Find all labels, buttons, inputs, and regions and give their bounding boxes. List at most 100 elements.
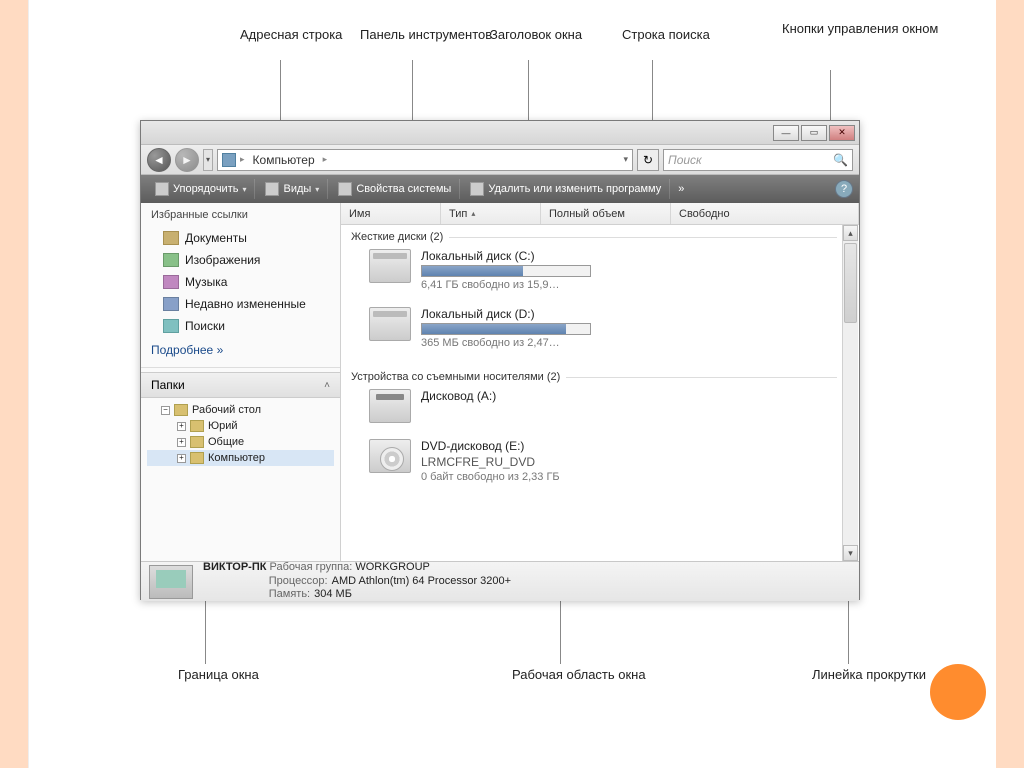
pc-name: ВИКТОР-ПК [203, 561, 266, 573]
nav-bar: ◄ ► ▾ ▸ Компьютер ▸ ▾ ↻ Поиск 🔍 [141, 145, 859, 175]
tree-toggle[interactable]: + [177, 454, 186, 463]
group-header-removable[interactable]: Устройства со съемными носителями (2)˄ [351, 371, 849, 383]
slide-accent-circle [930, 664, 986, 720]
group-removable: Устройства со съемными носителями (2)˄ Д… [341, 365, 859, 499]
callout-search: Строка поиска [622, 28, 710, 43]
drive-d[interactable]: Локальный диск (D:) 365 МБ свободно из 2… [351, 301, 849, 359]
drive-d-sub: 365 МБ свободно из 2,47… [421, 337, 591, 349]
col-total[interactable]: Полный объем [541, 203, 671, 224]
callout-toolbar: Панель инструментов [360, 28, 492, 43]
hdd-icon [369, 307, 411, 341]
sidebar-more-link[interactable]: Подробнее » [141, 337, 340, 363]
recent-icon [163, 297, 179, 311]
drive-a[interactable]: Дисковод (A:) [351, 383, 849, 433]
tree-public[interactable]: +Общие [147, 434, 334, 450]
minimize-button[interactable]: — [773, 125, 799, 141]
col-free[interactable]: Свободно [671, 203, 859, 224]
drive-e[interactable]: DVD-дисковод (E:) LRMCFRE_RU_DVD 0 байт … [351, 433, 849, 493]
pictures-icon [163, 253, 179, 267]
search-placeholder: Поиск [668, 153, 702, 167]
scrollbar[interactable]: ▴ ▾ [842, 225, 858, 561]
sidebar: Избранные ссылки Документы Изображения М… [141, 203, 341, 561]
sidebar-separator [141, 367, 340, 368]
folders-pane-header[interactable]: Папки˄ [141, 372, 340, 398]
breadcrumb-computer[interactable]: Компьютер [249, 153, 319, 167]
callout-address-bar: Адресная строка [240, 28, 342, 43]
organize-button[interactable]: Упорядочить▾ [147, 179, 255, 199]
sidebar-item-documents[interactable]: Документы [141, 227, 340, 249]
sidebar-item-music[interactable]: Музыка [141, 271, 340, 293]
documents-icon [163, 231, 179, 245]
slide-left-stripe [0, 0, 28, 768]
lead-win-buttons [830, 70, 831, 122]
sysprops-icon [338, 182, 352, 196]
details-pane: ВИКТОР-ПК Рабочая группа: WORKGROUP ВИКТ… [141, 561, 859, 601]
col-name[interactable]: Имя [341, 203, 441, 224]
explorer-window: — ▭ ✕ ◄ ► ▾ ▸ Компьютер ▸ ▾ ↻ Поиск 🔍 Уп… [140, 120, 860, 600]
public-icon [190, 436, 204, 448]
organize-icon [155, 182, 169, 196]
drive-e-sub: 0 байт свободно из 2,33 ГБ [421, 471, 560, 483]
tree-toggle[interactable]: + [177, 438, 186, 447]
sort-indicator-icon: ▴ [471, 209, 475, 218]
searches-icon [163, 319, 179, 333]
dvd-icon [369, 439, 411, 473]
scroll-thumb[interactable] [844, 243, 857, 323]
group-header-hdd[interactable]: Жесткие диски (2)˄ [351, 231, 849, 243]
address-dropdown-icon[interactable]: ▾ [623, 154, 628, 165]
user-icon [190, 420, 204, 432]
computer-large-icon [149, 565, 193, 599]
group-hdd: Жесткие диски (2)˄ Локальный диск (C:) 6… [341, 225, 859, 365]
breadcrumb-sep: ▸ [240, 154, 245, 165]
callout-title: Заголовок окна [490, 28, 582, 43]
sidebar-item-searches[interactable]: Поиски [141, 315, 340, 337]
col-type[interactable]: Тип▴ [441, 203, 541, 224]
scroll-down-button[interactable]: ▾ [843, 545, 858, 561]
drive-c-name: Локальный диск (C:) [421, 249, 591, 263]
forward-button[interactable]: ► [175, 148, 199, 172]
uninstall-button[interactable]: Удалить или изменить программу [462, 179, 670, 199]
drive-c[interactable]: Локальный диск (C:) 6,41 ГБ свободно из … [351, 243, 849, 301]
nav-history-dropdown[interactable]: ▾ [203, 149, 213, 171]
tree-toggle[interactable]: − [161, 406, 170, 415]
views-icon [265, 182, 279, 196]
help-button[interactable]: ? [835, 180, 853, 198]
column-headers: Имя Тип▴ Полный объем Свободно [341, 203, 859, 225]
drive-d-usage-bar [421, 323, 591, 335]
slide-right-stripe [996, 0, 1024, 768]
computer-tree-icon [190, 452, 204, 464]
back-button[interactable]: ◄ [147, 148, 171, 172]
toolbar-overflow[interactable]: » [672, 180, 690, 198]
close-button[interactable]: ✕ [829, 125, 855, 141]
tree-toggle[interactable]: + [177, 422, 186, 431]
hdd-icon [369, 249, 411, 283]
refresh-button[interactable]: ↻ [637, 149, 659, 171]
search-input[interactable]: Поиск 🔍 [663, 149, 853, 171]
maximize-button[interactable]: ▭ [801, 125, 827, 141]
computer-icon [222, 153, 236, 167]
scroll-up-button[interactable]: ▴ [843, 225, 858, 241]
drive-e-label: LRMCFRE_RU_DVD [421, 455, 560, 469]
lead-title [528, 60, 529, 122]
system-properties-button[interactable]: Свойства системы [330, 179, 460, 199]
breadcrumb-sep2: ▸ [323, 154, 328, 165]
views-button[interactable]: Виды▾ [257, 179, 328, 199]
sidebar-item-recent[interactable]: Недавно измененные [141, 293, 340, 315]
music-icon [163, 275, 179, 289]
callout-workarea: Рабочая область окна [512, 668, 646, 683]
folder-tree: −Рабочий стол +Юрий +Общие +Компьютер [141, 398, 340, 470]
drive-e-name: DVD-дисковод (E:) [421, 439, 560, 453]
address-bar[interactable]: ▸ Компьютер ▸ ▾ [217, 149, 633, 171]
tree-desktop[interactable]: −Рабочий стол [147, 402, 334, 418]
drive-d-name: Локальный диск (D:) [421, 307, 591, 321]
sidebar-item-pictures[interactable]: Изображения [141, 249, 340, 271]
drive-c-usage-bar [421, 265, 591, 277]
floppy-icon [369, 389, 411, 423]
tree-user[interactable]: +Юрий [147, 418, 334, 434]
desktop-icon [174, 404, 188, 416]
callout-border: Граница окна [178, 668, 259, 683]
search-icon: 🔍 [833, 153, 848, 167]
callout-win-buttons: Кнопки управления окном [782, 22, 938, 37]
titlebar[interactable]: — ▭ ✕ [141, 121, 859, 145]
tree-computer[interactable]: +Компьютер [147, 450, 334, 466]
